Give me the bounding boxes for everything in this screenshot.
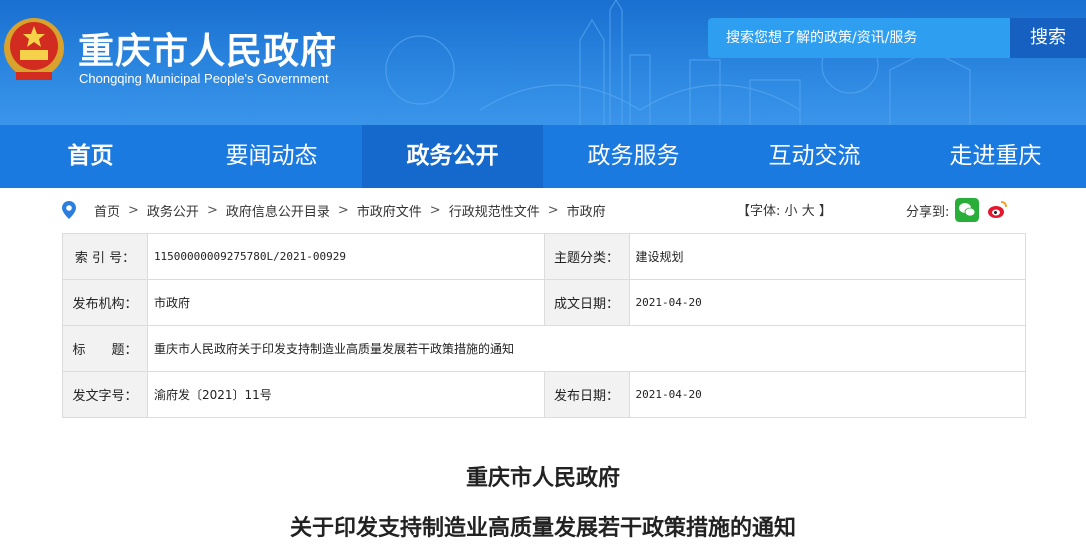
search-input[interactable]: 搜索您想了解的政策/资讯/服务 <box>708 18 1010 58</box>
breadcrumb-separator: > <box>429 202 441 218</box>
breadcrumb-normative-docs[interactable]: 行政规范性文件 <box>449 201 540 220</box>
breadcrumb-bar: 首页 > 政务公开 > 政府信息公开目录 > 市政府文件 > 行政规范性文件 >… <box>0 188 1086 233</box>
nav-item-interaction[interactable]: 互动交流 <box>724 125 905 188</box>
national-emblem-icon <box>4 18 64 80</box>
breadcrumb: 首页 > 政务公开 > 政府信息公开目录 > 市政府文件 > 行政规范性文件 >… <box>60 200 606 220</box>
font-size-control: 【字体: 小 大 】 <box>737 200 832 219</box>
breadcrumb-separator: > <box>337 202 349 218</box>
site-subtitle: Chongqing Municipal People's Government <box>79 71 329 86</box>
font-size-close-bracket: 】 <box>818 204 832 219</box>
font-size-small-button[interactable]: 小 <box>785 204 798 219</box>
breadcrumb-separator: > <box>547 202 559 218</box>
nav-item-gov-affairs[interactable]: 政务公开 <box>362 125 543 188</box>
nav-item-services[interactable]: 政务服务 <box>543 125 724 188</box>
breadcrumb-municipal-gov[interactable]: 市政府 <box>567 201 606 220</box>
location-pin-icon <box>62 201 76 219</box>
site-title: 重庆市人民政府 <box>78 31 338 72</box>
breadcrumb-separator: > <box>206 202 218 218</box>
breadcrumb-gov-affairs[interactable]: 政务公开 <box>147 201 199 220</box>
issuer-value: 市政府 <box>146 279 545 326</box>
nav-item-about-chongqing[interactable]: 走进重庆 <box>905 125 1086 188</box>
issuer-label: 发布机构： <box>62 279 148 326</box>
title-label: 标 题： <box>62 325 148 372</box>
breadcrumb-separator: > <box>128 202 139 218</box>
created-date-label: 成文日期： <box>543 279 630 326</box>
published-date-label: 发布日期： <box>543 371 630 418</box>
document-heading-issuer: 重庆市人民政府 <box>465 465 620 491</box>
breadcrumb-home[interactable]: 首页 <box>94 201 120 220</box>
document-metadata-table: 索 引 号： 11500000009275780L/2021-00929 主题分… <box>62 233 1027 418</box>
share-bar: 分享到: <box>906 198 1010 222</box>
site-header: 重庆市人民政府 Chongqing Municipal People's Gov… <box>0 0 1086 125</box>
breadcrumb-municipal-docs[interactable]: 市政府文件 <box>357 201 422 220</box>
subject-category-label: 主题分类： <box>543 233 630 280</box>
breadcrumb-info-directory[interactable]: 政府信息公开目录 <box>226 201 330 220</box>
index-number-label: 索 引 号： <box>62 233 148 280</box>
subject-category-value: 建设规划 <box>628 233 1027 280</box>
created-date-value: 2021-04-20 <box>628 279 1027 326</box>
title-value: 重庆市人民政府关于印发支持制造业高质量发展若干政策措施的通知 <box>146 325 1027 372</box>
search-button[interactable]: 搜索 <box>1010 18 1086 58</box>
main-nav: 首页 要闻动态 政务公开 政务服务 互动交流 走进重庆 <box>0 125 1086 188</box>
document-heading-title: 关于印发支持制造业高质量发展若干政策措施的通知 <box>289 515 796 541</box>
share-label: 分享到: <box>906 204 950 220</box>
document-number-label: 发文字号： <box>62 371 148 418</box>
published-date-value: 2021-04-20 <box>628 371 1027 418</box>
font-size-label: 【字体: <box>737 204 781 219</box>
nav-item-home[interactable]: 首页 <box>0 125 181 188</box>
document-number-value: 渝府发〔2021〕11号 <box>146 371 545 418</box>
nav-item-news[interactable]: 要闻动态 <box>181 125 362 188</box>
weibo-icon[interactable] <box>985 198 1010 222</box>
table-row: 标 题： 重庆市人民政府关于印发支持制造业高质量发展若干政策措施的通知 <box>62 325 1027 372</box>
table-row: 索 引 号： 11500000009275780L/2021-00929 主题分… <box>62 233 1027 280</box>
table-row: 发布机构： 市政府 成文日期： 2021-04-20 <box>62 279 1027 326</box>
font-size-large-button[interactable]: 大 <box>802 204 815 219</box>
table-row: 发文字号： 渝府发〔2021〕11号 发布日期： 2021-04-20 <box>62 371 1027 418</box>
wechat-icon[interactable] <box>955 198 980 222</box>
index-number-value: 11500000009275780L/2021-00929 <box>146 233 545 280</box>
